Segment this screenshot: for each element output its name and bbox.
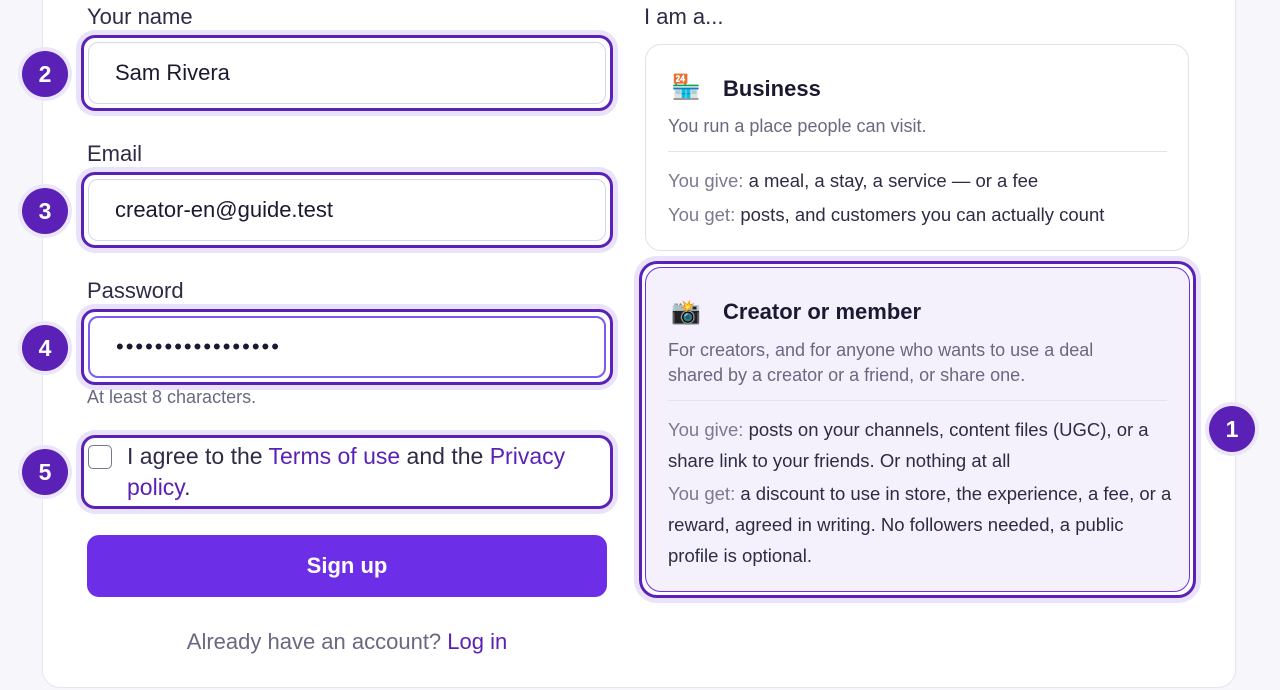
creator-desc: For creators, and for anyone who wants t… — [668, 340, 1094, 385]
login-prompt-text: Already have an account? — [186, 629, 448, 654]
business-divider — [668, 151, 1167, 152]
email-field[interactable]: creator-en@guide.test — [88, 179, 606, 241]
sign-up-button[interactable]: Sign up — [87, 535, 607, 597]
step-badge-2: 2 — [22, 51, 68, 97]
email-label: Email — [87, 141, 143, 166]
creator-get-text: a discount to use in store, the experien… — [668, 483, 1172, 566]
login-prompt: Already have an account? Log in — [87, 629, 607, 655]
business-title: Business — [723, 76, 821, 101]
role-heading: I am a... — [644, 4, 724, 29]
terms-checkbox[interactable] — [88, 445, 112, 469]
business-get-text: posts, and customers you can actually co… — [735, 204, 1105, 225]
password-field[interactable]: ••••••••••••••••• — [88, 316, 606, 378]
business-get-label: You get: — [668, 204, 736, 225]
name-field[interactable]: Sam Rivera — [88, 42, 606, 104]
camera-icon: 📸 — [671, 299, 701, 326]
password-hint: At least 8 characters. — [87, 387, 257, 407]
terms-of-use-link[interactable]: Terms of use — [269, 443, 401, 469]
role-card-creator[interactable]: 📸 Creator or member For creators, and fo… — [645, 267, 1190, 592]
creator-give-label: You give: — [668, 419, 744, 440]
creator-get: You get: a discount to use in store, the… — [668, 478, 1173, 571]
step-badge-1: 1 — [1209, 406, 1255, 452]
creator-get-label: You get: — [668, 483, 736, 504]
terms-middle: and the — [400, 443, 490, 469]
business-get: You get: posts, and customers you can ac… — [668, 199, 1168, 230]
business-desc: You run a place people can visit. — [668, 116, 927, 136]
terms-prefix: I agree to the — [127, 443, 269, 469]
role-card-business[interactable]: 🏪 Business You run a place people can vi… — [645, 44, 1189, 251]
step-badge-3: 3 — [22, 188, 68, 234]
store-icon: 🏪 — [671, 74, 701, 101]
business-give: You give: a meal, a stay, a service — or… — [668, 165, 1168, 196]
creator-give: You give: posts on your channels, conten… — [668, 414, 1173, 476]
terms-suffix: . — [184, 474, 191, 500]
name-label: Your name — [87, 4, 193, 29]
log-in-link[interactable]: Log in — [447, 629, 507, 654]
step-badge-4: 4 — [22, 325, 68, 371]
creator-divider — [668, 400, 1167, 401]
password-label: Password — [87, 278, 184, 303]
business-give-text: a meal, a stay, a service — or a fee — [743, 170, 1039, 191]
step-badge-5: 5 — [22, 449, 68, 495]
terms-text: I agree to the Terms of use and the Priv… — [127, 441, 597, 503]
business-give-label: You give: — [668, 170, 744, 191]
creator-title: Creator or member — [723, 299, 922, 324]
